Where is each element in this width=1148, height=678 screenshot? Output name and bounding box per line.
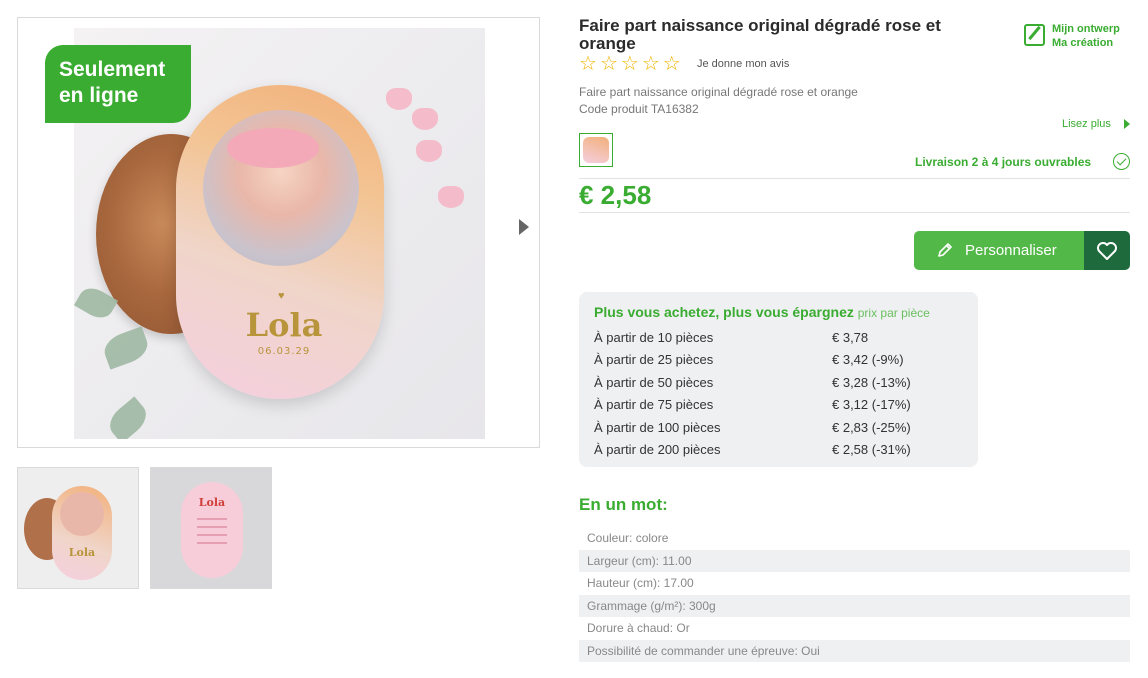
tier-price: € 3,12 (-17%) <box>832 397 911 412</box>
star-outline-icon[interactable]: ☆ <box>642 54 660 74</box>
online-only-badge: Seulement en ligne <box>45 45 191 123</box>
product-description: Faire part naissance original dégradé ro… <box>579 84 858 118</box>
description-text: Faire part naissance original dégradé ro… <box>579 85 858 99</box>
divider <box>579 178 1130 179</box>
color-variant-swatch[interactable] <box>579 133 613 167</box>
heart-icon: ♥ <box>278 290 285 302</box>
badge-line-1: Seulement <box>59 58 166 81</box>
tier-price: € 2,83 (-25%) <box>832 420 911 435</box>
tier-quantity: À partir de 50 pièces <box>594 375 714 390</box>
specs-title: En un mot: <box>579 495 668 514</box>
edit-pencil-icon <box>1024 24 1045 46</box>
star-outline-icon[interactable]: ☆ <box>621 54 639 74</box>
product-code: Code produit TA16382 <box>579 102 699 116</box>
next-image-arrow-icon[interactable] <box>519 219 529 235</box>
spec-row: Largeur (cm): 11.00 <box>579 550 1130 572</box>
pricing-row: À partir de 50 pièces € 3,28 (-13%) <box>594 375 964 397</box>
heart-outline-icon <box>1097 242 1117 260</box>
spec-row: Grammage (g/m²): 300g <box>579 595 1130 617</box>
my-design-label: Mijn ontwerp Ma création <box>1052 22 1120 50</box>
tier-quantity: À partir de 25 pièces <box>594 352 714 367</box>
tier-price: € 3,78 <box>832 330 869 345</box>
pricing-heading-text: Plus vous achetez, plus vous épargnez <box>594 304 854 320</box>
pricing-row: À partir de 75 pièces € 3,12 (-17%) <box>594 397 964 419</box>
text-line <box>197 518 227 520</box>
caret-right-icon[interactable] <box>1124 119 1130 129</box>
spec-row: Couleur: colore <box>587 531 669 545</box>
candy-heart <box>412 108 438 130</box>
eucalyptus-leaf <box>103 396 153 439</box>
tier-price: € 3,28 (-13%) <box>832 375 911 390</box>
my-design-line-1: Mijn ontwerp <box>1052 23 1120 35</box>
card-date-text: 06.03.29 <box>257 346 311 357</box>
candy-heart <box>438 186 464 208</box>
pricing-subheading: prix par pièce <box>857 306 930 320</box>
my-design-link[interactable]: Mijn ontwerp Ma création <box>1024 22 1134 52</box>
pricing-row: À partir de 100 pièces € 2,83 (-25%) <box>594 420 964 442</box>
check-circle-icon <box>1113 153 1130 170</box>
delivery-info: Livraison 2 à 4 jours ouvrables <box>915 155 1092 169</box>
thumb-card-name: Lola <box>198 496 226 509</box>
spec-row: Dorure à chaud: Or <box>587 621 690 635</box>
pricing-row: À partir de 10 pièces € 3,78 <box>594 330 964 352</box>
star-outline-icon[interactable]: ☆ <box>600 54 618 74</box>
thumb-card-name: Lola <box>68 546 96 559</box>
baby-photo <box>203 110 359 266</box>
candy-heart <box>386 88 412 110</box>
star-outline-icon[interactable]: ☆ <box>663 54 681 74</box>
pricing-heading: Plus vous achetez, plus vous épargnez pr… <box>594 304 930 320</box>
personalize-label: Personnaliser <box>965 242 1057 259</box>
text-line <box>197 526 227 528</box>
tier-quantity: À partir de 75 pièces <box>594 397 714 412</box>
product-title: Faire part naissance original dégradé ro… <box>579 16 941 53</box>
pricing-row: À partir de 25 pièces € 3,42 (-9%) <box>594 352 964 374</box>
spec-row: Possibilité de commander une épreuve: Ou… <box>579 640 1130 662</box>
gallery-thumbnail-1[interactable]: Lola <box>17 467 139 589</box>
volume-pricing-table: Plus vous achetez, plus vous épargnez pr… <box>579 292 978 467</box>
swatch-thumbnail <box>583 137 609 163</box>
text-line <box>197 534 227 536</box>
product-price: € 2,58 <box>579 180 652 210</box>
tier-price: € 2,58 (-31%) <box>832 442 911 457</box>
tier-quantity: À partir de 10 pièces <box>594 330 714 345</box>
candy-heart <box>416 140 442 162</box>
rating-stars[interactable]: ☆ ☆ ☆ ☆ ☆ <box>579 54 681 74</box>
pricing-row: À partir de 200 pièces € 2,58 (-31%) <box>594 442 964 464</box>
card-name-text: Lola <box>245 306 323 344</box>
tier-price: € 3,42 (-9%) <box>832 352 904 367</box>
text-line <box>197 542 227 544</box>
gallery-thumbnail-2[interactable]: Lola <box>150 467 272 589</box>
star-outline-icon[interactable]: ☆ <box>579 54 597 74</box>
baby-photo-thumb <box>60 492 104 536</box>
my-design-line-2: Ma création <box>1052 37 1114 49</box>
badge-line-2: en ligne <box>59 84 139 107</box>
eucalyptus-leaf <box>100 326 152 370</box>
personalize-button[interactable]: Personnaliser <box>914 231 1084 270</box>
read-more-link[interactable]: Lisez plus <box>1062 118 1111 130</box>
write-review-link[interactable]: Je donne mon avis <box>697 58 789 70</box>
divider <box>579 212 1130 213</box>
tier-quantity: À partir de 100 pièces <box>594 420 721 435</box>
spec-row: Hauteur (cm): 17.00 <box>587 576 694 590</box>
tier-quantity: À partir de 200 pièces <box>594 442 721 457</box>
wishlist-button[interactable] <box>1084 231 1130 270</box>
flower-headband <box>227 128 319 168</box>
pencil-icon <box>938 243 952 257</box>
